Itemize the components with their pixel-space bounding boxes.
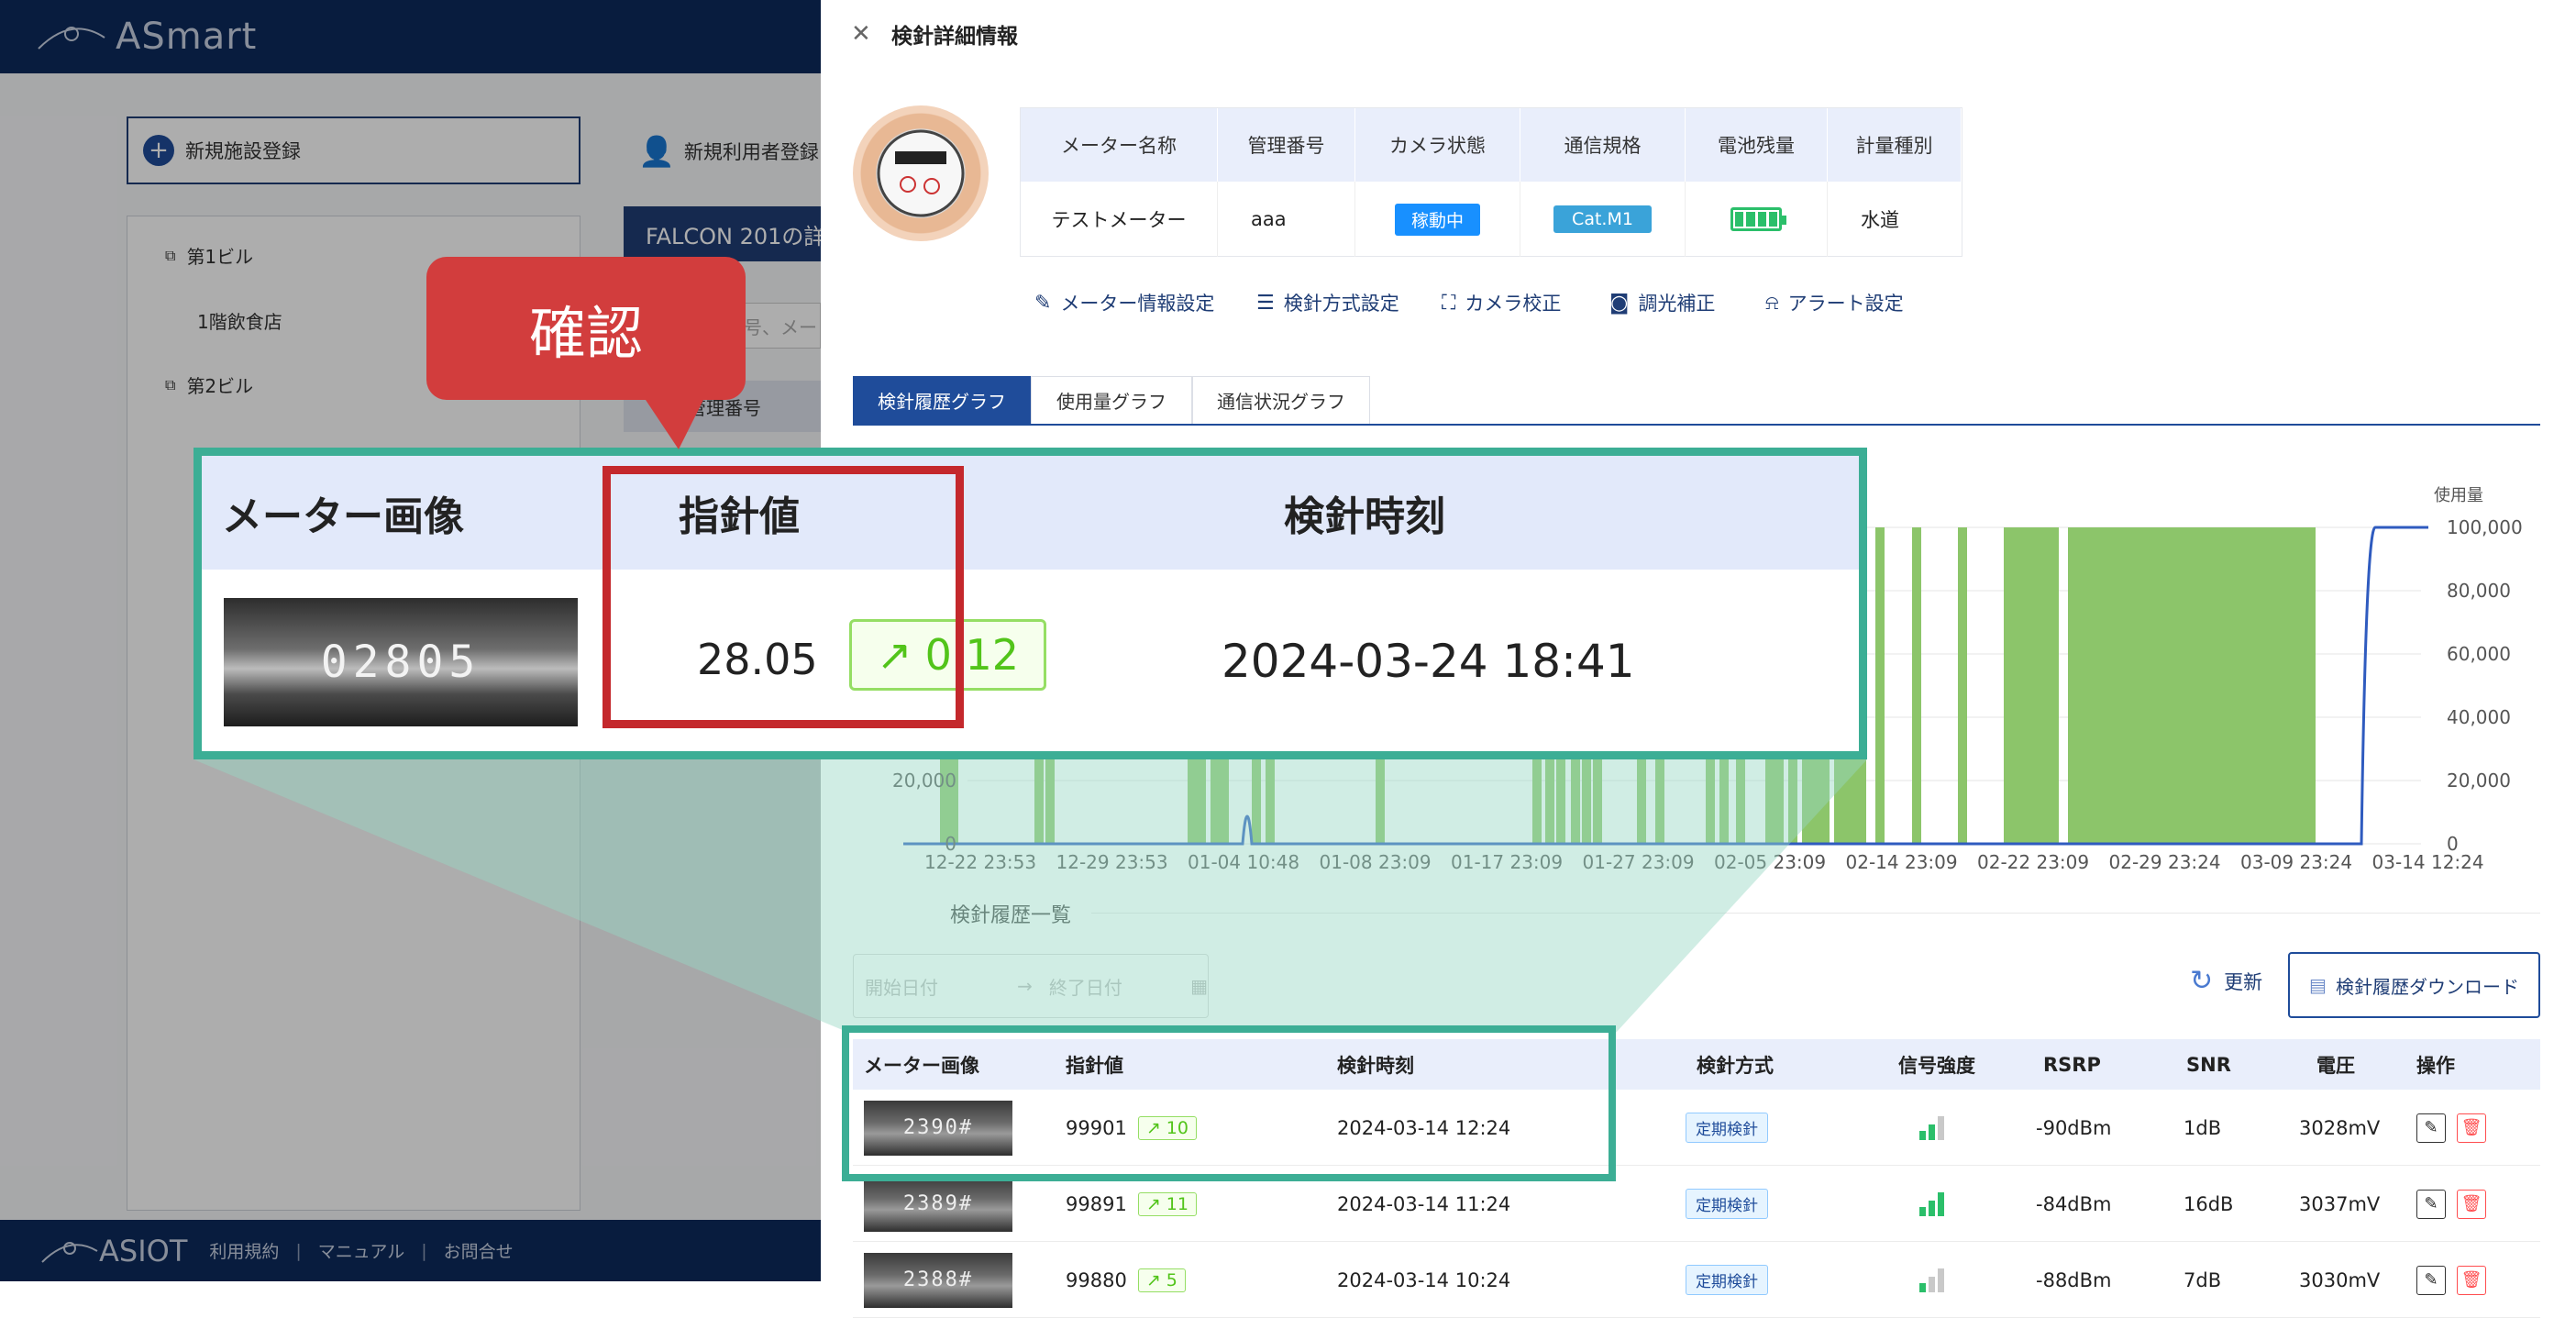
zoom-col-image: メーター画像 <box>222 493 464 540</box>
highlight-value-frame <box>603 466 964 728</box>
zoomed-row-callout: メーター画像 指針値 検針時刻 02805 28.05 ↗ 0.12 2024-… <box>193 448 1867 759</box>
highlight-row-frame <box>842 1025 1616 1181</box>
callout-tail <box>642 394 706 449</box>
zoom-col-time: 検針時刻 <box>1284 493 1445 540</box>
confirm-callout: 確認 <box>426 257 746 400</box>
zoom-header: メーター画像 指針値 検針時刻 <box>202 456 1859 570</box>
zoom-meter-thumbnail: 02805 <box>224 598 578 726</box>
zoom-reading-time: 2024-03-24 18:41 <box>1222 635 1635 688</box>
